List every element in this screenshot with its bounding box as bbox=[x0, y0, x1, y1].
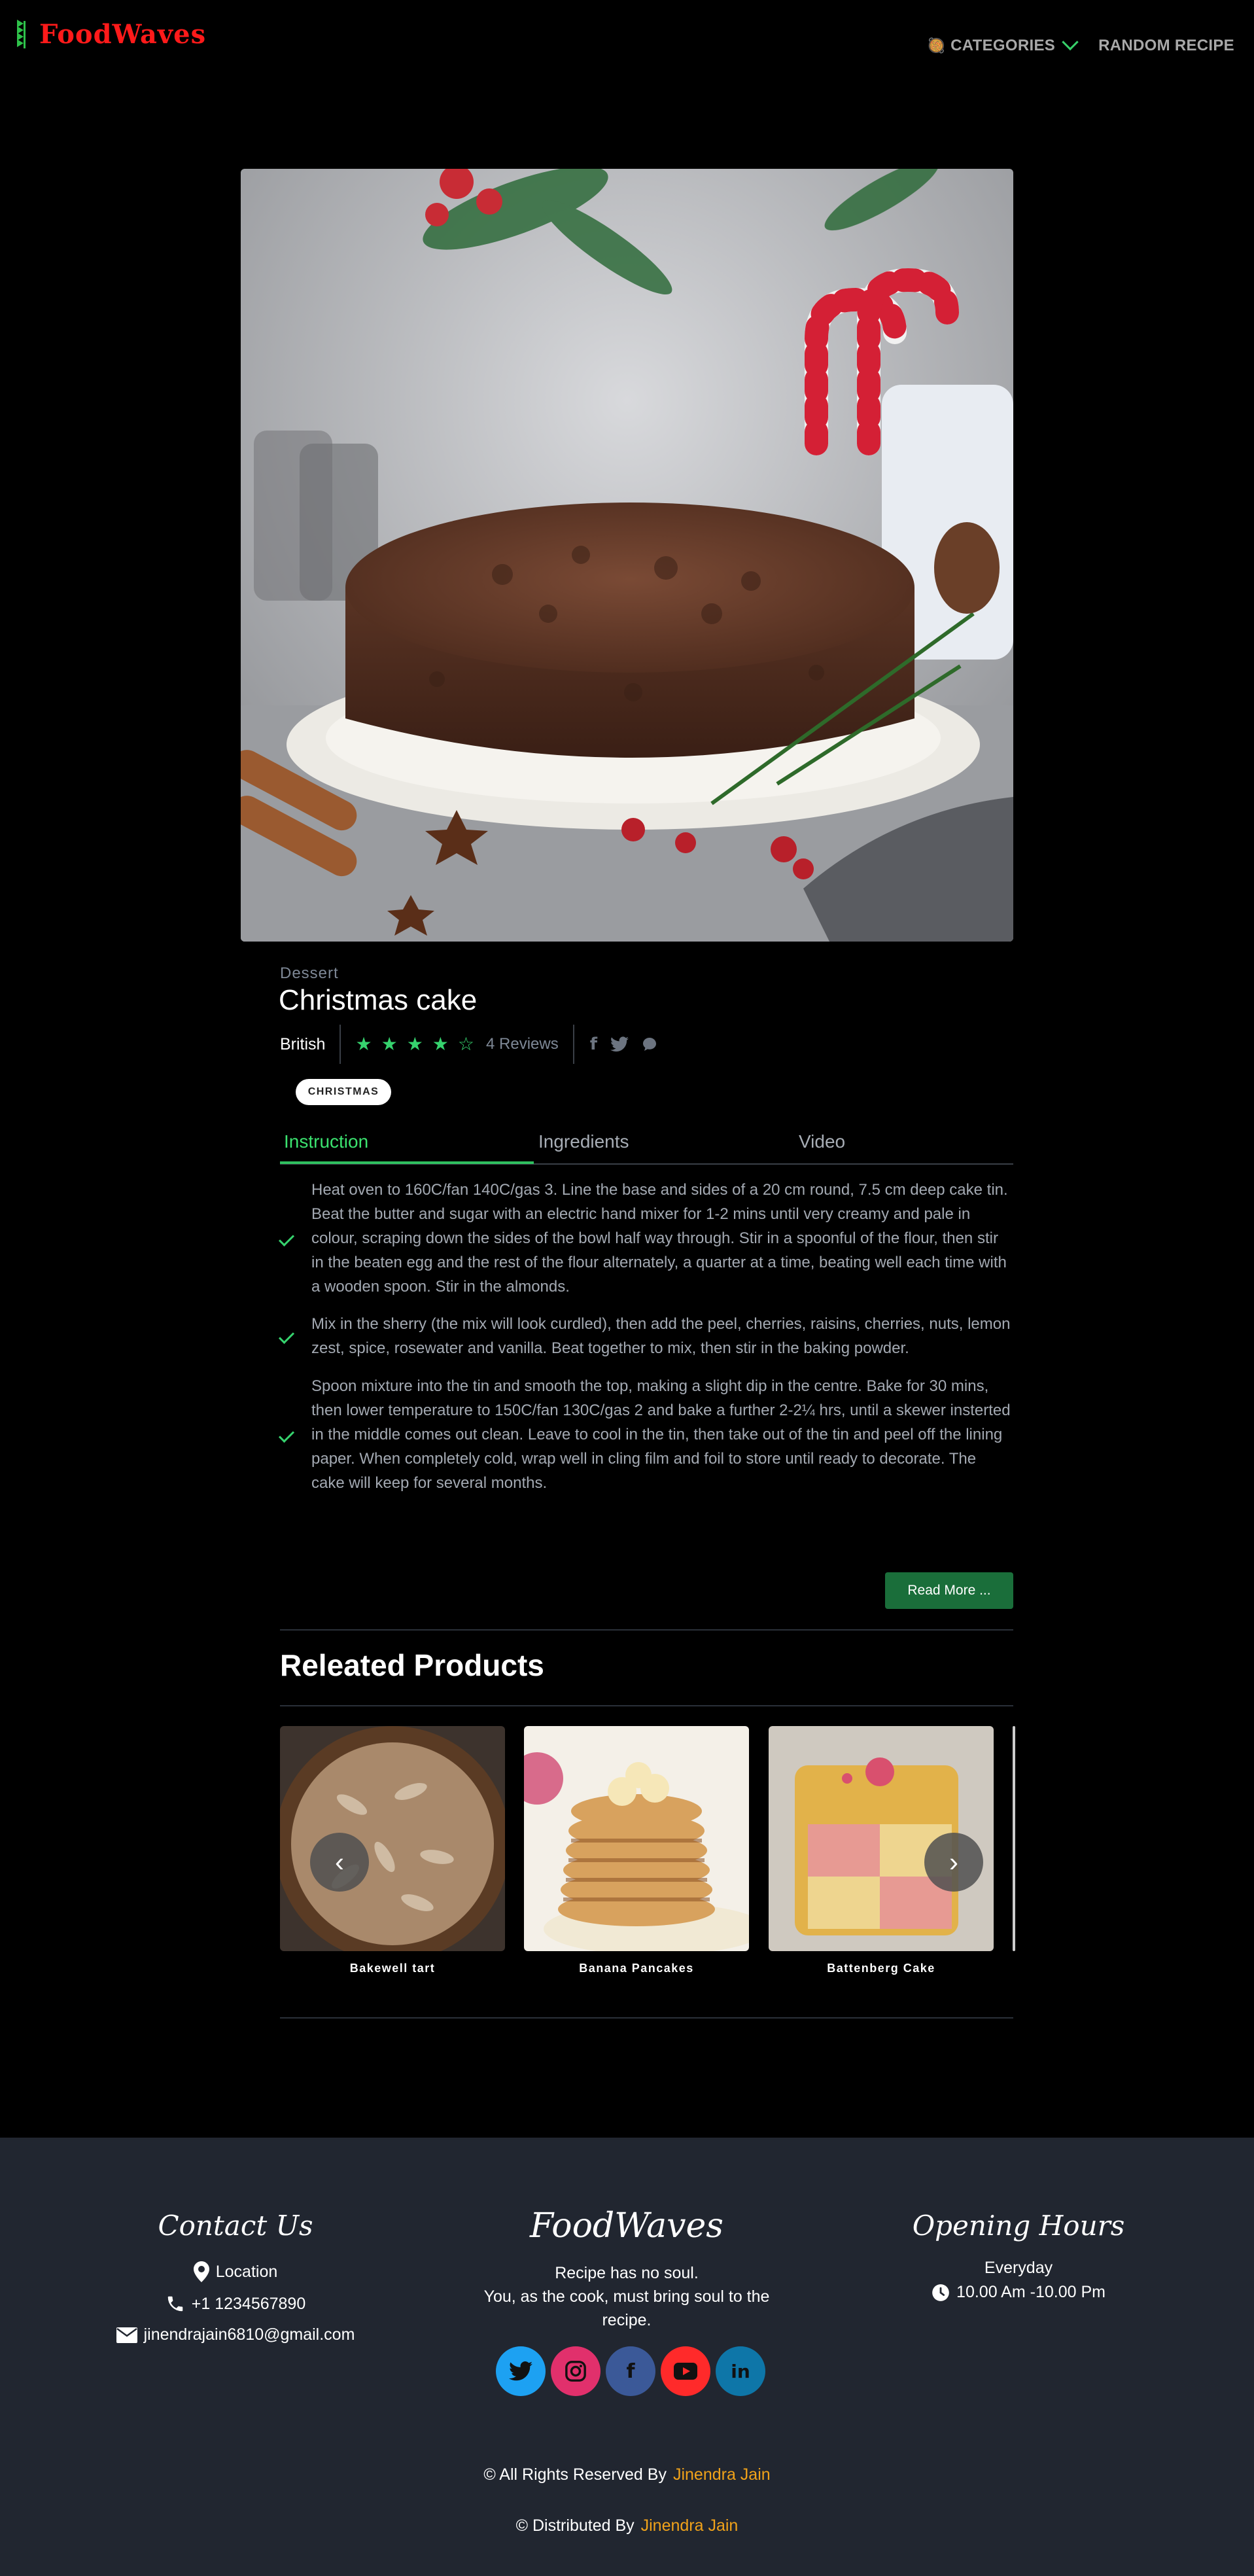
categories-menu[interactable]: 🥘 CATEGORIES bbox=[927, 33, 1079, 55]
related-card-image bbox=[524, 1726, 749, 1951]
footer: Contact Us Location +1 1234567890 jinend… bbox=[0, 2138, 1254, 2576]
carousel-next-button[interactable]: › bbox=[924, 1833, 983, 1892]
hours-days: Everyday bbox=[984, 2259, 1053, 2277]
logo-text: FoodWaves bbox=[39, 18, 207, 50]
related-card[interactable]: Banana Pancakes bbox=[524, 1726, 749, 1975]
distributed-line: © Distributed By Jinendra Jain bbox=[0, 2516, 1254, 2535]
top-navbar: FoodWaves 🥘 CATEGORIES RANDOM RECIPE bbox=[0, 0, 1254, 79]
reviews-count[interactable]: 4 Reviews bbox=[486, 1035, 559, 1053]
carousel-prev-button[interactable]: ‹ bbox=[310, 1833, 369, 1892]
clock-icon bbox=[932, 2284, 949, 2301]
tab-video[interactable]: Video bbox=[799, 1125, 845, 1165]
contact-section: Contact Us Location +1 1234567890 jinend… bbox=[105, 2210, 366, 2344]
instruction-step: Heat oven to 160C/fan 140C/gas 3. Line t… bbox=[278, 1178, 1013, 1299]
divider bbox=[280, 1705, 1013, 1706]
tab-instruction[interactable]: Instruction bbox=[284, 1125, 368, 1165]
instruction-text: Heat oven to 160C/fan 140C/gas 3. Line t… bbox=[311, 1181, 1008, 1296]
distributed-text: © Distributed By bbox=[515, 2516, 635, 2535]
twitter-icon[interactable] bbox=[496, 2346, 546, 2396]
recipe-category: Dessert bbox=[280, 964, 339, 982]
location-pin-icon bbox=[193, 2261, 209, 2282]
instruction-text: Mix in the sherry (the mix will look cur… bbox=[311, 1315, 1011, 1357]
star-filled-icon: ★ bbox=[381, 1034, 398, 1054]
recipe-title: Christmas cake bbox=[279, 984, 478, 1016]
contact-location[interactable]: Location bbox=[105, 2261, 366, 2282]
footer-brand-title: FoodWaves bbox=[530, 2206, 723, 2246]
chevron-down-icon bbox=[1062, 33, 1079, 51]
recipe-meta-row: British ★ ★ ★ ★ ☆ 4 Reviews f bbox=[280, 1025, 657, 1064]
distributed-author-link[interactable]: Jinendra Jain bbox=[641, 2516, 739, 2535]
star-filled-icon: ★ bbox=[432, 1034, 449, 1054]
instagram-icon[interactable] bbox=[551, 2346, 601, 2396]
active-tab-indicator bbox=[280, 1161, 534, 1164]
check-icon bbox=[278, 1312, 311, 1360]
next-card-peek bbox=[1013, 1726, 1015, 1951]
check-icon bbox=[278, 1178, 311, 1299]
linkedin-icon[interactable]: in bbox=[716, 2346, 765, 2396]
recipe-image bbox=[241, 169, 1013, 942]
contact-email[interactable]: jinendrajain6810@gmail.com bbox=[105, 2325, 366, 2344]
related-card-name: Banana Pancakes bbox=[579, 1962, 694, 1975]
facebook-share-icon[interactable]: f bbox=[590, 1036, 597, 1053]
divider bbox=[280, 2017, 1013, 2019]
tagline-line: You, as the cook, must bring soul to the bbox=[483, 2287, 770, 2306]
envelope-icon bbox=[116, 2327, 137, 2343]
email-text: jinendrajain6810@gmail.com bbox=[143, 2325, 355, 2344]
twitter-share-icon[interactable] bbox=[610, 1036, 629, 1052]
brand-section: FoodWaves Recipe has no soul. You, as th… bbox=[463, 2206, 790, 2396]
recipe-tag[interactable]: CHRISTMAS bbox=[296, 1079, 391, 1105]
tagline-line: Recipe has no soul. bbox=[555, 2264, 699, 2282]
recipe-tabs: Instruction Ingredients Video bbox=[280, 1125, 1013, 1165]
star-filled-icon: ★ bbox=[355, 1034, 372, 1054]
star-filled-icon: ★ bbox=[406, 1034, 423, 1054]
comment-share-icon[interactable] bbox=[642, 1036, 657, 1052]
cuisine-label: British bbox=[280, 1025, 341, 1064]
star-empty-icon: ☆ bbox=[457, 1034, 475, 1054]
related-card-name: Battenberg Cake bbox=[827, 1962, 935, 1975]
categories-label: CATEGORIES bbox=[950, 37, 1056, 54]
instruction-step: Mix in the sherry (the mix will look cur… bbox=[278, 1312, 1013, 1360]
facebook-icon[interactable]: f bbox=[606, 2346, 655, 2396]
phone-icon bbox=[167, 2296, 183, 2312]
instruction-text: Spoon mixture into the tin and smooth th… bbox=[311, 1377, 1011, 1492]
related-title: Releated Products bbox=[280, 1648, 544, 1682]
location-text: Location bbox=[215, 2262, 278, 2281]
check-icon bbox=[278, 1374, 311, 1495]
related-card-image bbox=[280, 1726, 505, 1951]
contact-phone[interactable]: +1 1234567890 bbox=[105, 2294, 366, 2314]
tab-ingredients[interactable]: Ingredients bbox=[538, 1125, 629, 1165]
rating-stars: ★ ★ ★ ★ ☆ 4 Reviews bbox=[341, 1025, 574, 1064]
food-icon: 🥘 bbox=[927, 37, 946, 54]
hours-time: 10.00 Am -10.00 Pm bbox=[956, 2283, 1106, 2301]
hours-title: Opening Hours bbox=[912, 2210, 1125, 2242]
phone-text: +1 1234567890 bbox=[191, 2294, 306, 2313]
hours-section: Opening Hours Everyday 10.00 Am -10.00 P… bbox=[888, 2210, 1149, 2302]
contact-title: Contact Us bbox=[158, 2210, 313, 2242]
divider bbox=[280, 1629, 1013, 1631]
logo[interactable]: FoodWaves bbox=[14, 18, 206, 50]
read-more-button[interactable]: Read More ... bbox=[885, 1572, 1013, 1609]
social-links: f in bbox=[496, 2346, 790, 2396]
related-card-name: Bakewell tart bbox=[349, 1962, 436, 1975]
instruction-step: Spoon mixture into the tin and smooth th… bbox=[278, 1374, 1013, 1495]
random-recipe-link[interactable]: RANDOM RECIPE bbox=[1098, 37, 1234, 55]
nav-links: 🥘 CATEGORIES RANDOM RECIPE bbox=[927, 33, 1234, 55]
copyright-line: © All Rights Reserved By Jinendra Jain bbox=[0, 2465, 1254, 2484]
tagline-line: recipe. bbox=[602, 2311, 652, 2329]
share-icons: f bbox=[574, 1036, 657, 1053]
brand-tagline: Recipe has no soul. You, as the cook, mu… bbox=[463, 2261, 790, 2332]
rights-text: © All Rights Reserved By bbox=[483, 2465, 667, 2484]
hours-time-row: 10.00 Am -10.00 Pm bbox=[888, 2283, 1149, 2302]
youtube-icon[interactable] bbox=[661, 2346, 710, 2396]
wheat-icon bbox=[17, 20, 26, 48]
rights-author-link[interactable]: Jinendra Jain bbox=[673, 2465, 771, 2484]
